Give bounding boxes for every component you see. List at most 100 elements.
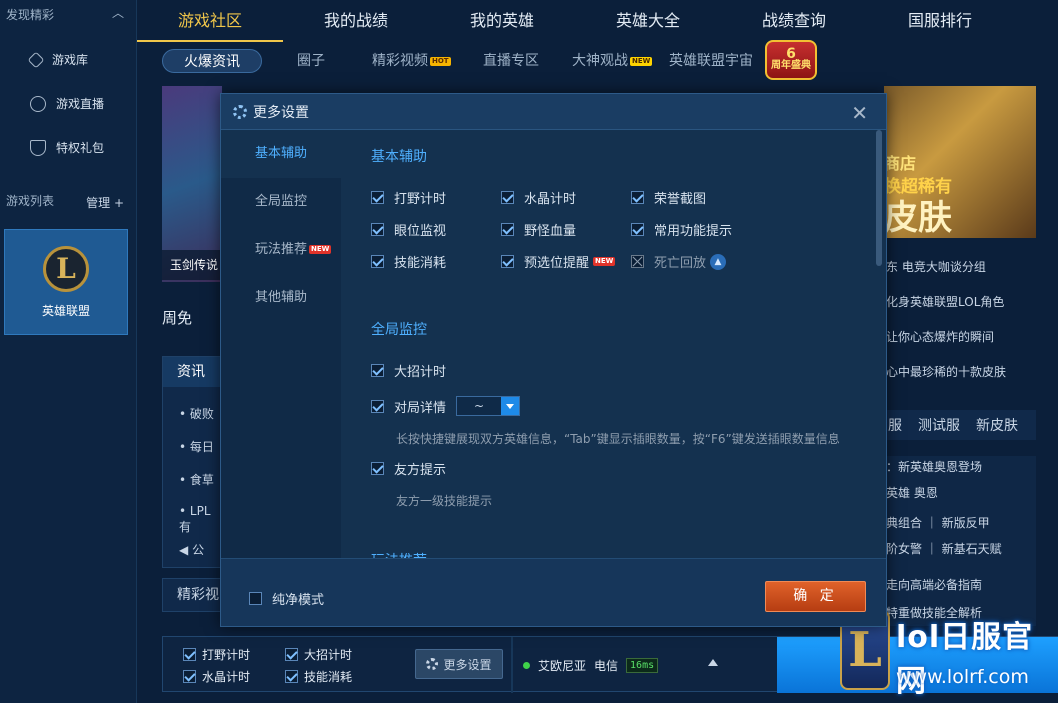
checkbox-disabled[interactable]	[631, 255, 644, 268]
subtab-lol-universe[interactable]: 英雄联盟宇宙	[669, 49, 753, 73]
tab-hero-encyclopedia[interactable]: 英雄大全	[575, 0, 721, 42]
subtab-hot-news[interactable]: 火爆资讯	[162, 49, 262, 73]
manage-button[interactable]: 管理 +	[86, 194, 124, 211]
option-label: 友方提示	[394, 463, 447, 478]
game-tile-lol[interactable]: L 英雄联盟	[4, 229, 128, 335]
option-death-replay[interactable]: 死亡回放 ▲	[631, 252, 727, 271]
checkbox[interactable]	[371, 462, 384, 475]
warning-icon[interactable]: ▲	[710, 253, 727, 270]
option-ult-timer[interactable]: 大招计时	[371, 361, 446, 380]
list-item[interactable]: • 每日	[179, 438, 214, 455]
subtab-videos[interactable]: 精彩视频 HOT	[372, 49, 451, 73]
checkbox[interactable]	[371, 399, 384, 413]
subtab-label: 精彩视频	[372, 53, 428, 69]
dialog-nav-other[interactable]: 其他辅助	[221, 274, 341, 322]
bottom-check-skill-cost[interactable]: 技能消耗	[285, 668, 352, 685]
sidebar-item-label: 特权礼包	[56, 141, 105, 155]
sidebar-item-game-library[interactable]: 游戏库	[27, 51, 88, 68]
list-item[interactable]: 心中最珍稀的十款皮肤	[886, 363, 1006, 380]
checkbox[interactable]	[285, 648, 298, 661]
checkbox[interactable]	[501, 223, 514, 236]
sidebar-header: 发现精彩	[6, 8, 55, 22]
checkbox[interactable]	[183, 670, 196, 683]
option-monster-hp[interactable]: 野怪血量	[501, 220, 576, 239]
list-item[interactable]: 英雄 奥恩	[886, 484, 938, 501]
list-item[interactable]: • 破败	[179, 405, 214, 422]
divider	[511, 637, 513, 693]
checkbox[interactable]	[249, 592, 262, 605]
option-function-tips[interactable]: 常用功能提示	[631, 220, 732, 239]
checkbox[interactable]	[501, 191, 514, 204]
tab-my-record[interactable]: 我的战绩	[283, 0, 429, 42]
checkbox[interactable]	[631, 223, 644, 236]
tab-my-heroes[interactable]: 我的英雄	[429, 0, 575, 42]
list-item[interactable]: • LPL有	[179, 504, 221, 535]
option-ward-monitor[interactable]: 眼位监视	[371, 220, 446, 239]
section-basic-title: 基本辅助	[371, 149, 427, 165]
sidebar-item-game-live[interactable]: 游戏直播	[30, 95, 104, 112]
tab-server[interactable]: 服	[888, 415, 902, 435]
option-ally-tips[interactable]: 友方提示	[371, 459, 446, 478]
tab-server-ranking[interactable]: 国服排行	[867, 0, 1013, 42]
checkbox[interactable]	[371, 364, 384, 377]
list-item[interactable]: ：新英雄奥恩登场	[886, 458, 982, 475]
hotkey-select[interactable]: ~	[456, 396, 521, 416]
announcement-item[interactable]: ◀ 公	[179, 541, 204, 558]
option-preselect-reminder[interactable]: 预选位提醒 NEW	[501, 252, 616, 271]
bottom-check-jungle-timer[interactable]: 打野计时	[183, 646, 250, 663]
shop-banner-text: 皮肤	[884, 198, 952, 238]
list-item[interactable]: 走向高端必备指南	[886, 576, 982, 593]
tab-news[interactable]: 资讯	[163, 357, 221, 387]
checkbox[interactable]	[371, 191, 384, 204]
option-match-detail[interactable]: 对局详情 ~	[371, 396, 521, 416]
list-item-text: 每日	[189, 440, 214, 454]
sidebar-item-privilege-gift[interactable]: 特权礼包	[30, 139, 104, 156]
ping-badge: 16ms	[626, 658, 659, 673]
option-label: 常用功能提示	[654, 224, 733, 239]
tab-test-server[interactable]: 测试服	[918, 415, 960, 435]
list-item[interactable]: 让你心态爆炸的瞬间	[886, 328, 994, 345]
bottom-check-crystal-timer[interactable]: 水晶计时	[183, 668, 250, 685]
subtab-circle[interactable]: 圈子	[297, 49, 325, 73]
option-label: 死亡回放	[654, 256, 707, 271]
list-item[interactable]: 东 电竞大咖谈分组	[886, 258, 986, 275]
option-label: 水晶计时	[524, 192, 577, 207]
dialog-scrollbar[interactable]	[876, 130, 882, 266]
anniversary-badge[interactable]: 6 周年盛典	[765, 40, 817, 80]
server-status[interactable]: 艾欧尼亚 电信 16ms	[523, 657, 659, 674]
list-item[interactable]: 化身英雄联盟LOL角色	[886, 293, 1004, 310]
checkbox[interactable]	[371, 255, 384, 268]
tab-community[interactable]: 游戏社区	[137, 0, 283, 42]
pure-mode-option[interactable]: 纯净模式	[249, 589, 324, 608]
video-section-header[interactable]: 精彩视	[162, 578, 222, 612]
list-item[interactable]: 阶女警 ｜ 新基石天赋	[886, 540, 1002, 557]
checkbox[interactable]	[371, 223, 384, 236]
sidebar-item-label: 游戏直播	[56, 97, 105, 111]
option-skill-cost[interactable]: 技能消耗	[371, 252, 446, 271]
dialog-nav: 基本辅助 全局监控 玩法推荐 NEW 其他辅助	[221, 130, 341, 558]
checkbox[interactable]	[631, 191, 644, 204]
option-crystal-timer[interactable]: 水晶计时	[501, 188, 576, 207]
close-icon[interactable]: ✕	[851, 101, 868, 125]
tab-record-search[interactable]: 战绩查询	[721, 0, 867, 42]
option-jungle-timer[interactable]: 打野计时	[371, 188, 446, 207]
confirm-button[interactable]: 确 定	[765, 581, 866, 612]
option-honor-screenshot[interactable]: 荣誉截图	[631, 188, 706, 207]
option-label: 眼位监视	[394, 224, 447, 239]
list-item[interactable]: 典组合 ｜ 新版反甲	[886, 514, 990, 531]
checkbox[interactable]	[285, 670, 298, 683]
subtab-live[interactable]: 直播专区	[483, 49, 539, 73]
list-item[interactable]: • 食草	[179, 471, 214, 488]
bottom-check-ult-timer[interactable]: 大招计时	[285, 646, 352, 663]
dialog-nav-global[interactable]: 全局监控	[221, 178, 341, 226]
checkbox[interactable]	[183, 648, 196, 661]
collapse-caret-icon[interactable]: ︿	[112, 4, 124, 21]
tab-new-skins[interactable]: 新皮肤	[976, 415, 1018, 435]
checkbox[interactable]	[501, 255, 514, 268]
chevron-down-icon[interactable]	[501, 397, 520, 415]
dialog-nav-play[interactable]: 玩法推荐 NEW	[221, 226, 341, 274]
expand-up-icon[interactable]	[708, 659, 718, 666]
subtab-spectate[interactable]: 大神观战 NEW	[572, 49, 653, 73]
dialog-nav-basic[interactable]: 基本辅助	[221, 130, 341, 178]
more-settings-button[interactable]: 更多设置	[415, 649, 503, 679]
